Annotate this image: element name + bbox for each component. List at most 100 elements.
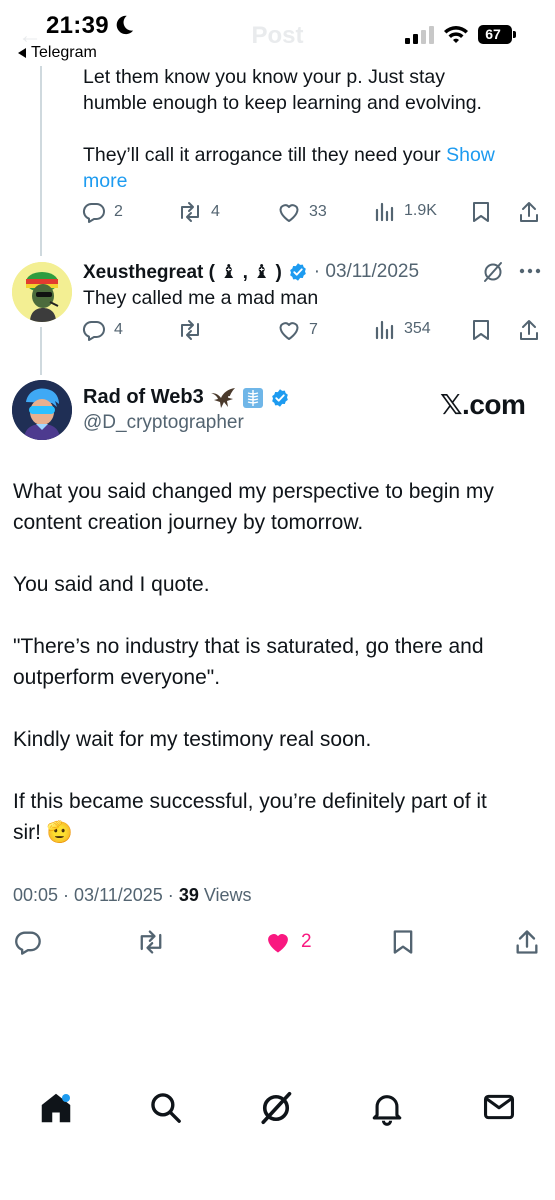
views-button[interactable]: 1.9K (374, 200, 437, 222)
like-button[interactable]: 33 (277, 200, 327, 224)
chess-icon: ♝ (214, 261, 243, 283)
like-count: 2 (301, 931, 312, 952)
author-handle[interactable]: @D_cryptographer (83, 412, 244, 434)
post-meta: 00:05 · 03/11/2025 · 39 Views (13, 885, 252, 906)
reply-button[interactable] (14, 928, 42, 956)
bookmark-button[interactable] (470, 318, 492, 342)
views-label: Views (203, 885, 252, 905)
text-line: content creation journey by tomorrow. (13, 511, 364, 534)
post-timestamp: 00:05 · 03/11/2025 · (13, 885, 174, 905)
verified-icon (271, 388, 288, 407)
views-count: 1.9K (404, 202, 437, 219)
reply-icon (82, 202, 105, 223)
chess-icon: ♝ (247, 261, 276, 283)
notifications-icon (372, 1095, 402, 1126)
avatar-illustration (12, 380, 72, 440)
nav-notifications[interactable] (370, 1090, 410, 1130)
back-to-app[interactable]: Telegram (18, 44, 97, 62)
messages-icon (483, 1094, 515, 1120)
bookmark-button[interactable] (470, 200, 492, 224)
like-count: 33 (309, 203, 327, 220)
nav-messages[interactable] (482, 1090, 522, 1130)
views-count: 354 (404, 320, 431, 337)
paragraph: "There’s no industry that is saturated, … (13, 631, 543, 693)
avatar-illustration (12, 262, 72, 322)
views-count: 39 (178, 885, 199, 905)
thread-line (40, 327, 42, 375)
wifi-icon (444, 26, 468, 43)
author-name-text: Xeusthegreat ( (83, 261, 215, 283)
reply2-actions: 4 7 354 (82, 318, 542, 348)
home-notification-dot (62, 1094, 70, 1102)
reply-icon (15, 931, 41, 955)
paragraph: Kindly wait for my testimony real soon. (13, 728, 372, 751)
bookmark-icon (473, 320, 489, 340)
repost-button[interactable] (136, 928, 166, 956)
search-icon (151, 1093, 181, 1123)
bookmark-button[interactable] (390, 928, 416, 956)
reply-button[interactable]: 4 (82, 318, 123, 342)
reply-count: 2 (114, 203, 123, 220)
main-actions: 2 (0, 926, 555, 962)
like-count: 7 (309, 321, 318, 338)
text-line: If this became successful, you’re defini… (13, 790, 487, 813)
reply-icon (82, 320, 105, 341)
repost-icon (181, 202, 199, 222)
views-icon (375, 202, 394, 222)
views-icon (375, 320, 394, 340)
author-name[interactable]: Rad of Web3 (83, 386, 290, 409)
paragraph: If this became successful, you’re defini… (13, 786, 543, 848)
text-line: sir! 🫡 (13, 821, 73, 844)
grok-icon (261, 1091, 292, 1125)
share-icon (516, 930, 538, 954)
share-button[interactable] (518, 200, 540, 224)
back-app-label: Telegram (31, 44, 97, 61)
bookmark-icon (473, 202, 489, 222)
share-button[interactable] (514, 928, 540, 956)
reply1-line: Let them know you know your p. Just stay (83, 66, 446, 88)
nav-search[interactable] (148, 1090, 188, 1130)
repost-button[interactable] (177, 318, 203, 342)
share-icon (520, 320, 538, 340)
verified-icon (289, 263, 306, 281)
more-icon[interactable] (519, 268, 541, 274)
eagle-icon (210, 387, 235, 408)
status-time: 21:39 (46, 12, 109, 39)
back-triangle-icon (18, 48, 26, 58)
like-button[interactable]: 7 (277, 318, 318, 342)
show-more-link[interactable]: Show (446, 144, 495, 166)
show-more-link[interactable]: more (83, 168, 543, 194)
repost-icon (140, 930, 162, 954)
share-button[interactable] (518, 318, 540, 342)
views-button[interactable]: 354 (374, 318, 431, 340)
repost-button[interactable]: 4 (177, 200, 220, 224)
author-name-text: ) (275, 261, 282, 283)
reply-button[interactable]: 2 (82, 200, 123, 224)
nav-home[interactable] (38, 1090, 78, 1130)
reply1-text: Let them know you know your p. Just stay… (83, 64, 543, 194)
reply2-header: Xeusthegreat ( ♝ , ♝ ) · 03/11/2025 (83, 258, 543, 286)
main-tweet-text: What you said changed my perspective to … (13, 476, 543, 879)
reply1-line: humble enough to keep learning and evolv… (83, 92, 482, 114)
post-date: · 03/11/2025 (313, 261, 420, 282)
author-name-text: Rad of Web3 (83, 386, 204, 408)
signal-icon (405, 26, 434, 44)
like-button[interactable]: 2 (263, 928, 312, 956)
grok-icon[interactable] (481, 260, 505, 284)
repost-icon (181, 320, 199, 340)
avatar[interactable] (12, 262, 72, 322)
moon-icon (116, 15, 134, 35)
author-name[interactable]: Xeusthegreat ( ♝ , ♝ ) (83, 261, 282, 284)
reply2-text: They called me a mad man (83, 287, 319, 309)
nav-grok[interactable] (258, 1090, 298, 1130)
paragraph: What you said changed my perspective to … (13, 476, 543, 538)
battery-indicator: 67 (478, 25, 512, 44)
text-line: outperform everyone". (13, 666, 221, 689)
reply1-actions: 2 4 33 1.9K (82, 200, 542, 230)
thread-line (40, 66, 42, 256)
avatar[interactable] (12, 380, 72, 440)
repost-count: 4 (211, 203, 220, 220)
battery-level: 67 (485, 26, 501, 42)
heart-icon (279, 204, 299, 222)
